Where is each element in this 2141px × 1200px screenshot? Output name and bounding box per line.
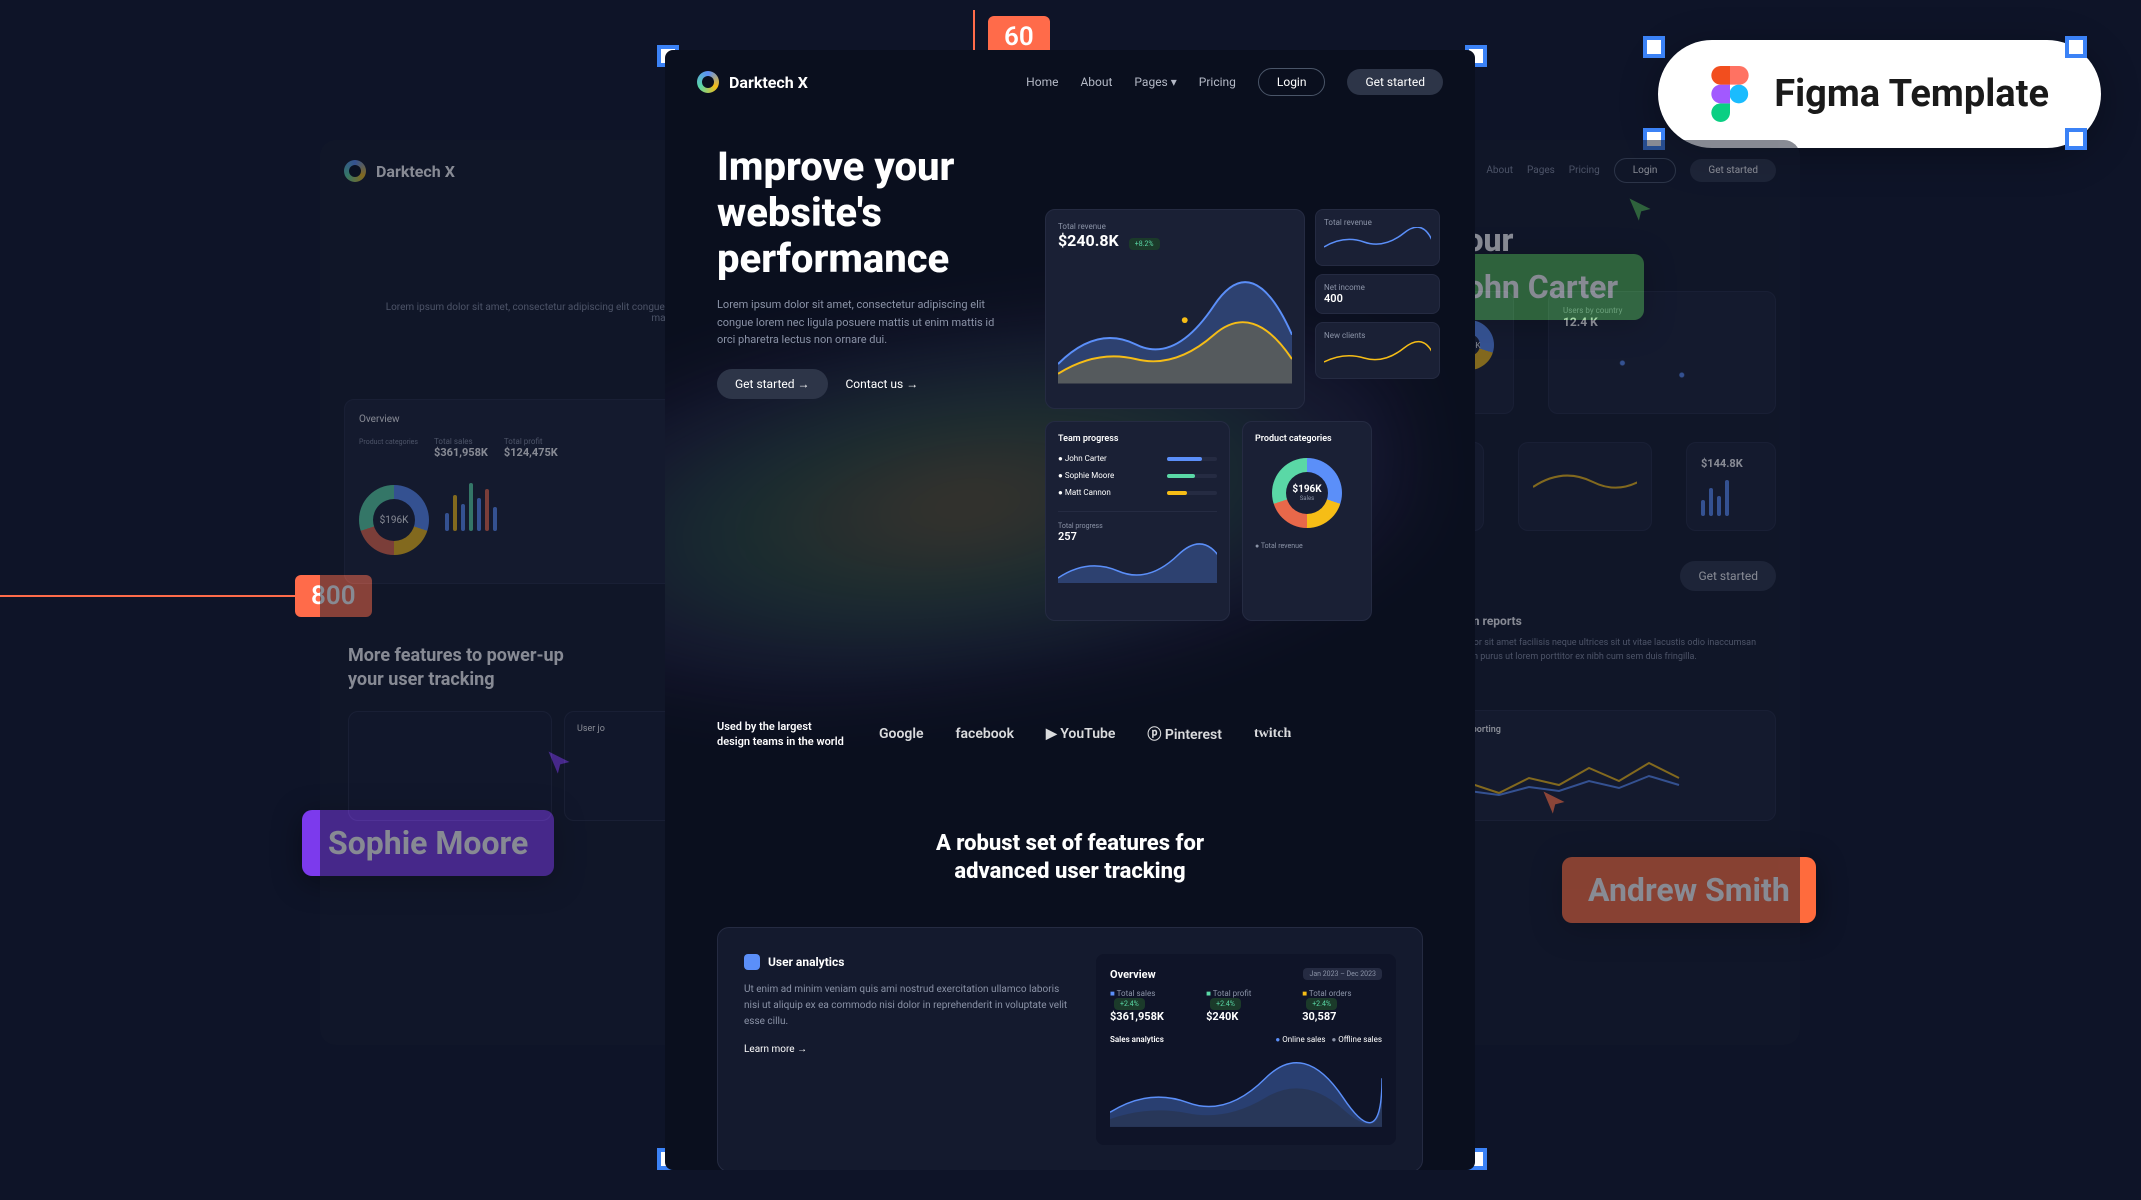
logo-twitch: twitch bbox=[1254, 726, 1291, 742]
revenue-chart-card: Total revenue $240.8K +8.2% bbox=[1045, 209, 1305, 409]
figma-template-badge[interactable]: Figma Template bbox=[1658, 40, 2101, 148]
line-chart-icon bbox=[1439, 743, 1761, 803]
logo-facebook: facebook bbox=[956, 726, 1014, 742]
measure-guide-top bbox=[973, 10, 975, 50]
area-chart-icon bbox=[1058, 543, 1217, 583]
logo-pinterest: ⓟ Pinterest bbox=[1147, 724, 1222, 744]
chart-side-column: Total revenue Net income 400 New clients bbox=[1315, 209, 1440, 409]
logos-label: Used by the largest design teams in the … bbox=[717, 719, 847, 750]
donut-chart-icon: $196K bbox=[359, 485, 429, 555]
features-section: A robust set of features foradvanced use… bbox=[665, 770, 1475, 1170]
sparkline-icon bbox=[1324, 227, 1431, 255]
side-r-hero: e your bbox=[1424, 221, 1800, 259]
measure-guide-left bbox=[0, 595, 295, 597]
sales-area-chart-icon bbox=[1110, 1048, 1382, 1128]
selection-handle[interactable] bbox=[2065, 36, 2087, 58]
chart-cluster: Total revenue $240.8K +8.2% Total revenu… bbox=[1045, 209, 1475, 621]
logo-icon bbox=[697, 71, 719, 93]
user-journey-label: User jo bbox=[577, 724, 605, 734]
selection-handle[interactable] bbox=[1643, 36, 1665, 58]
chevron-down-icon: ▾ bbox=[1171, 75, 1177, 89]
feature-user-analytics: User analytics Ut enim ad minim veniam q… bbox=[717, 927, 1423, 1170]
nav-pricing[interactable]: Pricing bbox=[1199, 75, 1236, 89]
features-title: A robust set of features foradvanced use… bbox=[717, 830, 1423, 887]
donut-chart-icon: $196KSales bbox=[1272, 458, 1342, 528]
bar-chart-icon bbox=[445, 471, 497, 531]
selection-handle[interactable] bbox=[2065, 128, 2087, 150]
logo-text: Darktech X bbox=[376, 162, 455, 181]
analytics-icon bbox=[744, 954, 760, 970]
logo-google: Google bbox=[879, 726, 924, 742]
hero-subtitle: Lorem ipsum dolor sit amet, consectetur … bbox=[717, 296, 997, 349]
nav-about[interactable]: About bbox=[1080, 75, 1112, 89]
overview-inset: Overview Jan 2023 – Dec 2023 ■ Total sal… bbox=[1096, 954, 1396, 1145]
sparkline-icon bbox=[1324, 340, 1431, 368]
logos-row: Used by the largest design teams in the … bbox=[665, 699, 1475, 770]
figma-badge-text: Figma Template bbox=[1774, 72, 2049, 116]
hero-contact-link[interactable]: Contact us → bbox=[846, 377, 919, 391]
learn-more-link[interactable]: Learn more → bbox=[744, 1044, 1072, 1055]
hero-cta-button[interactable]: Get started → bbox=[717, 369, 828, 399]
logo[interactable]: Darktech X bbox=[697, 71, 808, 93]
sparkline-icon bbox=[1533, 457, 1637, 497]
logo-youtube: ▶ YouTube bbox=[1046, 726, 1115, 742]
feature-name: User analytics bbox=[768, 955, 844, 969]
figma-logo-icon bbox=[1710, 66, 1750, 122]
logo-icon bbox=[344, 160, 366, 182]
main-nav: Darktech X Home About Pages ▾ Pricing Lo… bbox=[665, 50, 1475, 114]
product-categories-card: Product categories $196KSales ● Total re… bbox=[1242, 421, 1372, 621]
area-chart-icon bbox=[1058, 260, 1292, 390]
nav-login[interactable]: Login bbox=[1258, 68, 1326, 96]
hero-section: Improve yourwebsite'sperformance Lorem i… bbox=[665, 114, 1475, 399]
logo-text: Darktech X bbox=[729, 73, 808, 92]
nav-home[interactable]: Home bbox=[1026, 75, 1058, 89]
feature-desc: Ut enim ad minim veniam quis ami nostrud… bbox=[744, 982, 1072, 1030]
nav-pages[interactable]: Pages ▾ bbox=[1134, 75, 1176, 89]
nav-get-started[interactable]: Get started bbox=[1347, 69, 1443, 95]
main-template-canvas[interactable]: Darktech X Home About Pages ▾ Pricing Lo… bbox=[665, 50, 1475, 1170]
team-progress-card: Team progress ● John Carter ● Sophie Moo… bbox=[1045, 421, 1230, 621]
